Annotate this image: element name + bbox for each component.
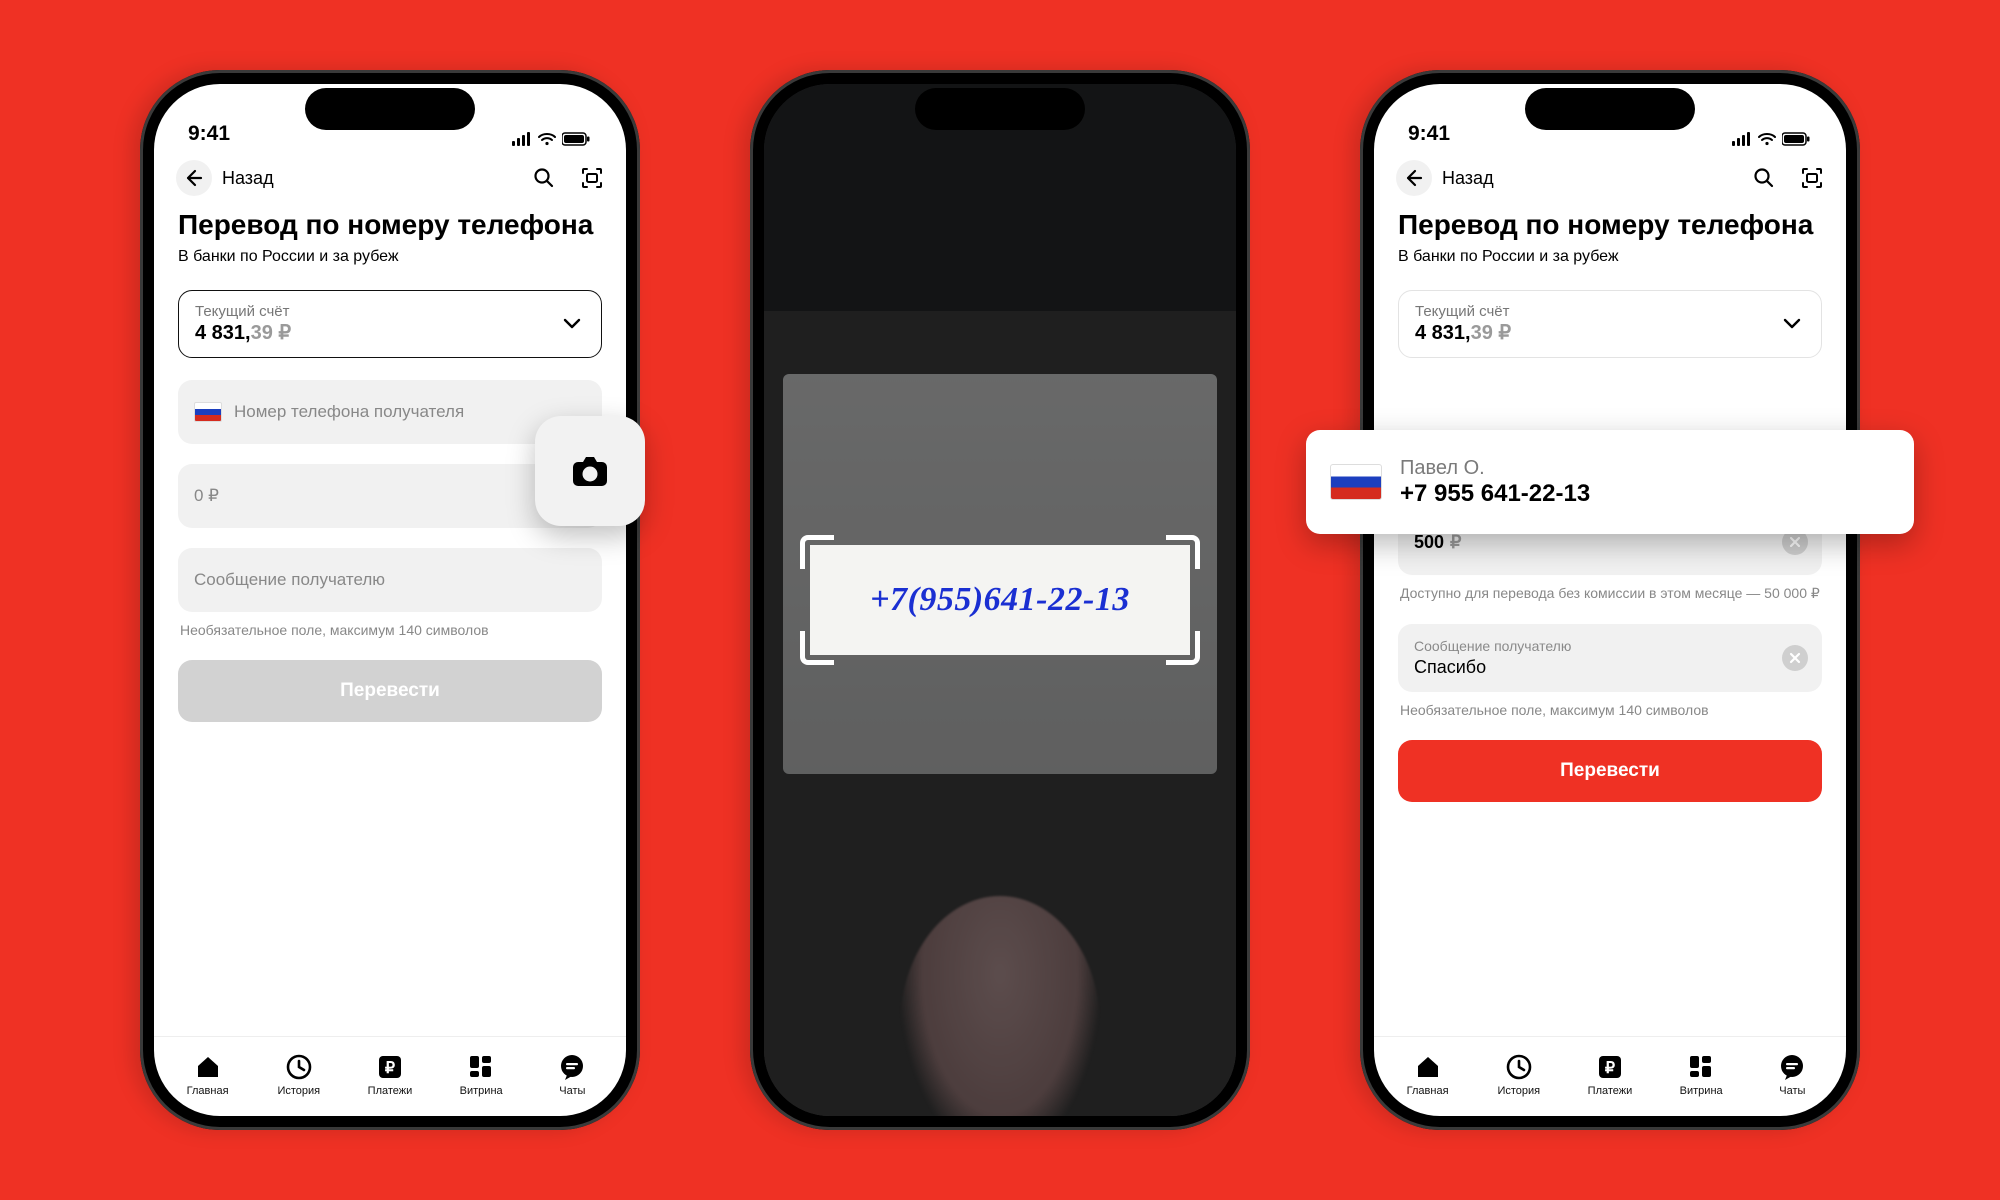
account-selector[interactable]: Текущий счёт 4 831,39 ₽ [178, 290, 602, 358]
tab-showcase[interactable]: Витрина [1656, 1053, 1747, 1097]
phone-input-placeholder: Номер телефона получателя [234, 402, 464, 422]
tab-showcase[interactable]: Витрина [436, 1053, 527, 1097]
grid-icon [467, 1053, 495, 1081]
scanned-number: +7(955)641-22-13 [810, 545, 1190, 655]
transfer-button[interactable]: Перевести [1398, 740, 1822, 802]
account-label: Текущий счёт [195, 303, 585, 320]
message-helper: Необязательное поле, максимум 140 символ… [1400, 702, 1820, 718]
camera-icon [570, 453, 610, 489]
chevron-down-icon [561, 313, 583, 335]
tab-history[interactable]: История [253, 1053, 344, 1097]
ruble-icon [376, 1053, 404, 1081]
chat-icon [558, 1053, 586, 1081]
tab-payments[interactable]: Платежи [344, 1053, 435, 1097]
frame-corner-icon [800, 535, 834, 569]
frame-corner-icon [1166, 631, 1200, 665]
account-label: Текущий счёт [1415, 303, 1805, 320]
back-label[interactable]: Назад [222, 168, 274, 189]
russia-flag-icon [1330, 464, 1382, 500]
status-time: 9:41 [188, 122, 230, 146]
phone-mockup-filled-form: 9:41 Назад Перевод по номеру телефона В … [1360, 70, 1860, 1130]
amount-value: 500 [1414, 532, 1444, 553]
ruble-icon [1596, 1053, 1624, 1081]
phone-mockup-empty-form: 9:41 Назад Перевод по номеру телефона В … [140, 70, 640, 1130]
tab-chats[interactable]: Чаты [527, 1053, 618, 1097]
battery-icon [1782, 132, 1812, 146]
message-input[interactable]: Сообщение получателю Спасибо [1398, 624, 1822, 692]
message-label: Сообщение получателю [1414, 638, 1571, 654]
battery-icon [562, 132, 592, 146]
recipient-name: Павел О. [1400, 457, 1590, 480]
back-button[interactable] [1396, 160, 1432, 196]
tab-payments[interactable]: Платежи [1564, 1053, 1655, 1097]
chevron-down-icon [1781, 313, 1803, 335]
tab-bar: Главная История Платежи Витрина Чаты [154, 1036, 626, 1116]
tab-history[interactable]: История [1473, 1053, 1564, 1097]
close-icon [1786, 533, 1804, 551]
chat-icon [1778, 1053, 1806, 1081]
message-value: Спасибо [1414, 657, 1486, 678]
home-icon [194, 1053, 222, 1081]
back-label[interactable]: Назад [1442, 168, 1494, 189]
amount-currency: ₽ [1450, 532, 1461, 553]
russia-flag-icon [194, 402, 222, 422]
tab-bar: Главная История Платежи Витрина Чаты [1374, 1036, 1846, 1116]
signal-icon [1732, 132, 1752, 146]
home-icon [1414, 1053, 1442, 1081]
page-subtitle: В банки по России и за рубеж [154, 242, 626, 266]
clock-icon [285, 1053, 313, 1081]
message-placeholder: Сообщение получателю [194, 570, 385, 590]
wifi-icon [538, 132, 556, 146]
tab-home[interactable]: Главная [1382, 1053, 1473, 1097]
device-notch [915, 88, 1085, 130]
device-notch [305, 88, 475, 130]
tab-chats[interactable]: Чаты [1747, 1053, 1838, 1097]
back-arrow-icon [1403, 167, 1425, 189]
search-icon[interactable] [1752, 166, 1776, 190]
page-title: Перевод по номеру телефона [1374, 196, 1846, 242]
page-subtitle: В банки по России и за рубеж [1374, 242, 1846, 266]
camera-viewfinder[interactable]: +7(955)641-22-13 [764, 84, 1236, 1116]
scan-icon[interactable] [580, 166, 604, 190]
wifi-icon [1758, 132, 1776, 146]
status-time: 9:41 [1408, 122, 1450, 146]
message-input[interactable]: Сообщение получателю [178, 548, 602, 612]
scan-frame: +7(955)641-22-13 [800, 535, 1200, 665]
transfer-button[interactable]: Перевести [178, 660, 602, 722]
close-icon [1786, 649, 1804, 667]
recipient-card[interactable]: Павел О. +7 955 641-22-13 [1306, 430, 1914, 534]
tab-home[interactable]: Главная [162, 1053, 253, 1097]
account-selector[interactable]: Текущий счёт 4 831,39 ₽ [1398, 290, 1822, 358]
fee-note: Доступно для перевода без комиссии в это… [1400, 585, 1820, 602]
grid-icon [1687, 1053, 1715, 1081]
clock-icon [1505, 1053, 1533, 1081]
frame-corner-icon [1166, 535, 1200, 569]
scan-icon[interactable] [1800, 166, 1824, 190]
clear-message-button[interactable] [1782, 645, 1808, 671]
frame-corner-icon [800, 631, 834, 665]
recipient-phone: +7 955 641-22-13 [1400, 480, 1590, 508]
search-icon[interactable] [532, 166, 556, 190]
back-arrow-icon [183, 167, 205, 189]
phone-mockup-scanner: +7(955)641-22-13 [750, 70, 1250, 1130]
back-button[interactable] [176, 160, 212, 196]
camera-scan-button[interactable] [535, 416, 645, 526]
amount-placeholder: 0 ₽ [194, 486, 219, 506]
message-helper: Необязательное поле, максимум 140 символ… [180, 622, 600, 638]
signal-icon [512, 132, 532, 146]
device-notch [1525, 88, 1695, 130]
page-title: Перевод по номеру телефона [154, 196, 626, 242]
